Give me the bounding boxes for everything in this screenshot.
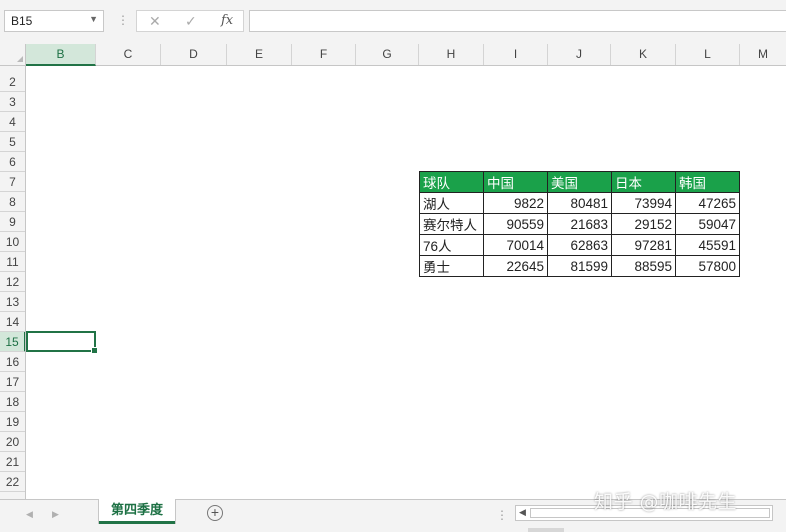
team-cell[interactable]: 勇士: [419, 255, 484, 277]
row-header-17[interactable]: 17: [0, 372, 25, 392]
column-header-m[interactable]: M: [740, 44, 786, 65]
name-box[interactable]: B15 ▼: [4, 10, 104, 32]
value-cell[interactable]: 80481: [547, 192, 612, 214]
row-header-10[interactable]: 10: [0, 232, 25, 252]
row-header-bar: 2 3 4 5 6 7 8 9 10 11 12 13 14 15 16 17 …: [0, 66, 26, 499]
row-header-12[interactable]: 12: [0, 272, 25, 292]
fill-handle[interactable]: [91, 347, 98, 354]
column-header-h[interactable]: H: [419, 44, 484, 65]
table-header-cell[interactable]: 日本: [611, 171, 676, 193]
scroll-tabs-right-icon[interactable]: ▶: [52, 509, 59, 520]
data-table: 球队 中国 美国 日本 韩国 湖人 9822 80481 73994 47265…: [419, 171, 740, 277]
value-cell[interactable]: 45591: [675, 234, 740, 256]
row-header-18[interactable]: 18: [0, 392, 25, 412]
value-cell[interactable]: 59047: [675, 213, 740, 235]
value-cell[interactable]: 90559: [483, 213, 548, 235]
column-header-l[interactable]: L: [676, 44, 740, 65]
value-cell[interactable]: 73994: [611, 192, 676, 214]
column-header-f[interactable]: F: [292, 44, 356, 65]
value-cell[interactable]: 70014: [483, 234, 548, 256]
value-cell[interactable]: 57800: [675, 255, 740, 277]
row-header-3[interactable]: 3: [0, 92, 25, 112]
table-header-row: 球队 中国 美国 日本 韩国: [419, 171, 740, 193]
table-header-cell[interactable]: 中国: [483, 171, 548, 193]
table-row: 赛尔特人 90559 21683 29152 59047: [419, 213, 740, 235]
row-header-6[interactable]: 6: [0, 152, 25, 172]
column-header-d[interactable]: D: [161, 44, 227, 65]
row-header-11[interactable]: 11: [0, 252, 25, 272]
scroll-tabs-left-icon[interactable]: ◀: [26, 509, 33, 520]
view-normal-button[interactable]: [528, 528, 564, 532]
column-header-c[interactable]: C: [96, 44, 161, 65]
value-cell[interactable]: 9822: [483, 192, 548, 214]
name-box-value: B15: [11, 14, 33, 28]
add-sheet-icon[interactable]: +: [207, 505, 223, 521]
select-all-button[interactable]: [0, 44, 26, 65]
insert-function-button[interactable]: fx: [221, 13, 233, 28]
table-row: 湖人 9822 80481 73994 47265: [419, 192, 740, 214]
table-header-cell[interactable]: 美国: [547, 171, 612, 193]
value-cell[interactable]: 88595: [611, 255, 676, 277]
formula-input[interactable]: [249, 10, 786, 32]
row-header-22[interactable]: 22: [0, 472, 25, 492]
team-cell[interactable]: 76人: [419, 234, 484, 256]
row-header-4[interactable]: 4: [0, 112, 25, 132]
table-row: 勇士 22645 81599 88595 57800: [419, 255, 740, 277]
row-header-7[interactable]: 7: [0, 172, 25, 192]
row-header-9[interactable]: 9: [0, 212, 25, 232]
column-header-j[interactable]: J: [548, 44, 611, 65]
value-cell[interactable]: 22645: [483, 255, 548, 277]
value-cell[interactable]: 29152: [611, 213, 676, 235]
team-cell[interactable]: 湖人: [419, 192, 484, 214]
team-cell[interactable]: 赛尔特人: [419, 213, 484, 235]
row-header-5[interactable]: 5: [0, 132, 25, 152]
column-header-g[interactable]: G: [356, 44, 419, 65]
value-cell[interactable]: 62863: [547, 234, 612, 256]
row-header-13[interactable]: 13: [0, 292, 25, 312]
row-header-15[interactable]: 15: [0, 332, 25, 352]
formula-bar: B15 ▼ ⋮ ✕ ✓ fx: [0, 0, 786, 44]
row-header-20[interactable]: 20: [0, 432, 25, 452]
row-header-8[interactable]: 8: [0, 192, 25, 212]
selected-cell[interactable]: [26, 331, 98, 354]
value-cell[interactable]: 21683: [547, 213, 612, 235]
row-header-16[interactable]: 16: [0, 352, 25, 372]
watermark: 知乎 @咖啡先生: [594, 491, 738, 513]
row-header-21[interactable]: 21: [0, 452, 25, 472]
column-header-e[interactable]: E: [227, 44, 292, 65]
column-header-b[interactable]: B: [26, 44, 96, 66]
formula-buttons: ✕ ✓ fx: [136, 10, 244, 32]
sheet-tab-active[interactable]: 第四季度: [99, 499, 175, 524]
more-options-icon[interactable]: ⋮: [496, 508, 508, 522]
more-options-icon[interactable]: ⋮: [117, 13, 129, 27]
check-icon[interactable]: ✓: [185, 13, 197, 30]
table-header-cell[interactable]: 球队: [419, 171, 484, 193]
column-header-i[interactable]: I: [484, 44, 548, 65]
cancel-icon[interactable]: ✕: [149, 13, 161, 30]
row-header-19[interactable]: 19: [0, 412, 25, 432]
scroll-left-icon[interactable]: ◀: [519, 507, 526, 518]
row-header-14[interactable]: 14: [0, 312, 25, 332]
value-cell[interactable]: 97281: [611, 234, 676, 256]
row-header-2[interactable]: 2: [0, 72, 25, 92]
value-cell[interactable]: 81599: [547, 255, 612, 277]
column-header-k[interactable]: K: [611, 44, 676, 65]
chevron-down-icon[interactable]: ▼: [89, 14, 98, 24]
table-header-cell[interactable]: 韩国: [675, 171, 740, 193]
column-header-bar: B C D E F G H I J K L M: [0, 44, 786, 66]
value-cell[interactable]: 47265: [675, 192, 740, 214]
table-row: 76人 70014 62863 97281 45591: [419, 234, 740, 256]
